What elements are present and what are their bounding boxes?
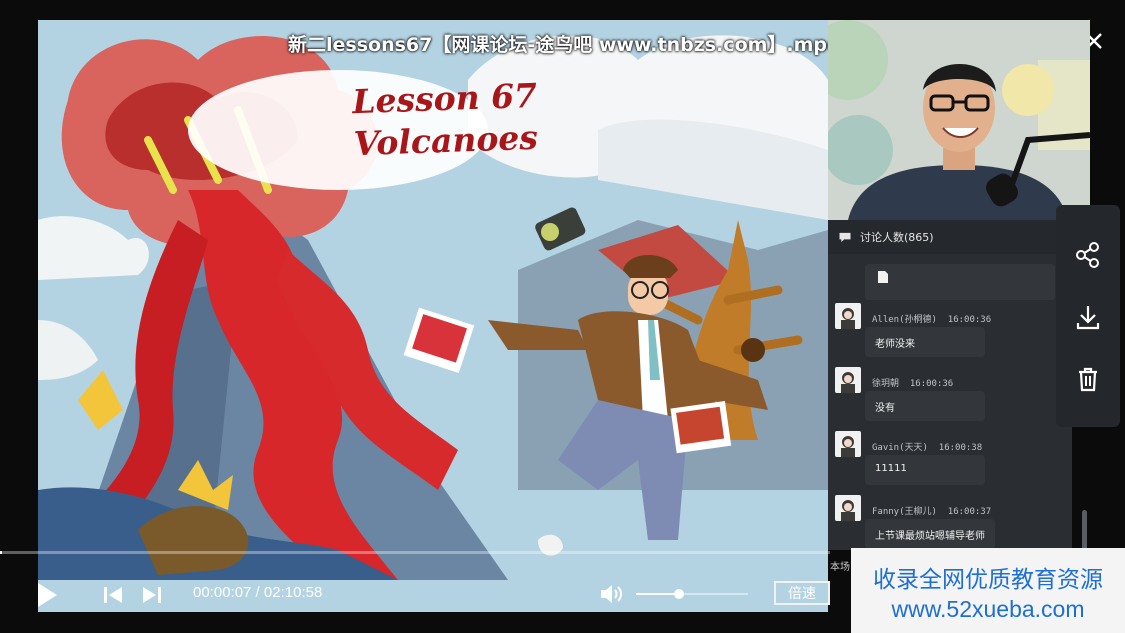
lesson-title: Lesson 67 Volcanoes [352, 75, 540, 165]
chat-message-text: 上节课最烦站嗯辅导老师 [865, 519, 995, 549]
watermark-banner: 收录全网优质教育资源 www.52xueba.com [851, 548, 1125, 633]
time-display: 00:00:07 / 02:10:58 [193, 584, 322, 601]
current-time: 00:00:07 [193, 584, 252, 601]
chat-time: 16:00:37 [947, 507, 992, 517]
lesson-title-line2: Volcanoes [353, 117, 539, 164]
play-button[interactable] [30, 578, 64, 612]
playback-speed-button[interactable]: 倍速 [774, 581, 830, 605]
window-title: 新二lessons67【网课论坛-途鸟吧 www.tnbzs.com】.mp4 [288, 34, 841, 56]
volume-slider[interactable] [636, 589, 748, 599]
share-icon [1076, 242, 1099, 268]
chat-message-text: 没有 [865, 391, 985, 421]
next-button[interactable] [139, 582, 165, 608]
previous-icon [104, 587, 122, 603]
next-icon [143, 587, 161, 603]
avatar [835, 303, 861, 329]
time-separator: / [251, 584, 264, 601]
video-frame[interactable]: Lesson 67 Volcanoes [38, 20, 828, 612]
delete-button[interactable] [1070, 361, 1106, 397]
previous-button[interactable] [100, 582, 126, 608]
teacher-webcam-image [828, 20, 1090, 220]
play-icon [38, 583, 57, 607]
total-time: 02:10:58 [263, 584, 323, 601]
chat-participant-count: 讨论人数(865) [860, 231, 934, 244]
chat-user: Allen(孙桐德) [872, 315, 937, 325]
chat-user: Gavin(天天) [872, 443, 928, 453]
file-icon [878, 271, 888, 283]
avatar [835, 367, 861, 393]
download-icon [1076, 306, 1100, 330]
chat-time: 16:00:36 [909, 379, 954, 389]
share-button[interactable] [1070, 237, 1106, 273]
chat-user: Fanny(王柳儿) [872, 507, 937, 517]
chat-time: 16:00:38 [938, 443, 983, 453]
avatar [835, 495, 861, 521]
volume-icon [601, 585, 622, 603]
trash-icon [1079, 367, 1097, 392]
chat-message-text: 11111 [865, 455, 985, 485]
chat-message-meta: Allen(孙桐德) 16:00:36 [872, 312, 991, 325]
volume-button[interactable] [598, 581, 626, 607]
player-controls: 00:00:07 / 02:10:58 倍速 [0, 554, 850, 633]
chat-panel: 讨论人数(865) Allen(孙桐德) 16:00:36 老师没来 徐玥朝 1… [828, 220, 1072, 550]
video-player: Lesson 67 Volcanoes 新二lessons67【网课论坛-途鸟吧… [0, 0, 1125, 633]
webcam-feed [828, 20, 1090, 220]
chat-header: 讨论人数(865) [828, 220, 1072, 254]
chat-user: 徐玥朝 [872, 379, 900, 389]
side-action-panel [1056, 205, 1120, 427]
watermark-line1: 收录全网优质教育资源 [873, 567, 1103, 593]
lesson-title-line1: Lesson 67 [351, 75, 538, 122]
volume-slider-fill [636, 593, 679, 595]
watermark-line2: www.52xueba.com [891, 596, 1085, 622]
chat-scrollbar[interactable] [1082, 510, 1087, 550]
chat-message-meta: Fanny(王柳儿) 16:00:37 [872, 504, 991, 517]
chat-file-message[interactable] [865, 264, 1055, 300]
chat-message-meta: 徐玥朝 16:00:36 [872, 376, 953, 389]
chat-time: 16:00:36 [947, 315, 992, 325]
volume-slider-handle[interactable] [674, 589, 684, 599]
download-button[interactable] [1070, 299, 1106, 335]
chat-message-meta: Gavin(天天) 16:00:38 [872, 440, 982, 453]
chat-bubble-icon [839, 232, 851, 242]
chat-message-text: 老师没来 [865, 327, 985, 357]
avatar [835, 431, 861, 457]
